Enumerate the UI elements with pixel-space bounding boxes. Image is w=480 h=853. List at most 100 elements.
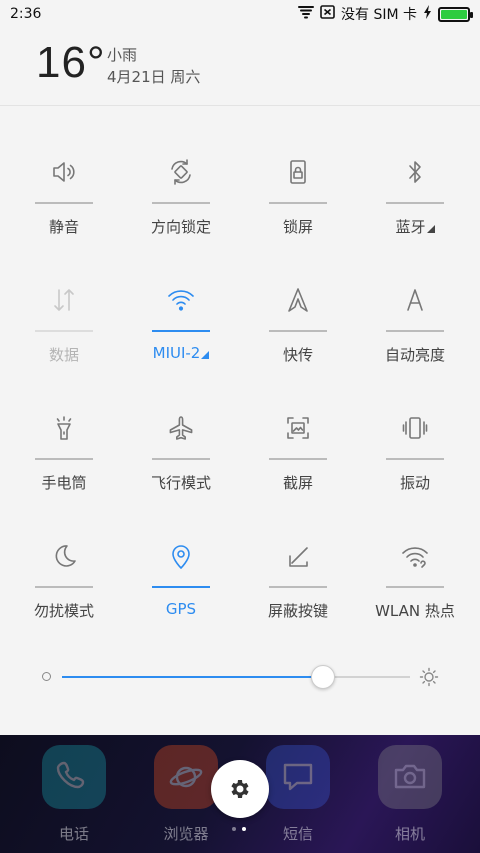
toggle-label: 勿扰模式 — [34, 600, 94, 621]
no-sim-icon — [320, 5, 335, 23]
weather-header[interactable]: 16° 小雨 4月21日 周六 — [0, 28, 480, 106]
expand-corner-icon — [201, 351, 210, 359]
dock-app-camera[interactable]: 相机 — [362, 745, 458, 844]
status-bar: 2:36 没有 SIM 卡 — [0, 0, 480, 28]
settings-button[interactable] — [211, 760, 269, 818]
toggle-label-text: 蓝牙 — [395, 218, 426, 236]
weather-date: 4月21日 周六 — [107, 68, 201, 86]
toggle-state-bar — [35, 458, 93, 460]
toggle-data-arrows[interactable]: 数据 — [4, 258, 124, 378]
toggle-hotspot[interactable]: WLAN 热点 — [355, 514, 475, 634]
data-arrows-icon — [44, 280, 84, 320]
brightness-low-icon — [42, 672, 51, 681]
toggle-label-text: GPS — [165, 600, 197, 618]
toggle-flashlight[interactable]: 手电筒 — [4, 386, 124, 506]
toggle-label: 手电筒 — [41, 472, 86, 493]
toggle-label: 静音 — [49, 216, 79, 237]
browser-icon — [154, 745, 218, 809]
toggle-label-text: WLAN 热点 — [375, 602, 455, 620]
toggle-lock-screen[interactable]: 锁屏 — [238, 130, 358, 250]
toggle-state-bar — [35, 202, 93, 204]
weather-condition: 小雨 — [107, 46, 138, 64]
dock-app-label: 浏览器 — [163, 825, 209, 843]
toggle-rotate-lock[interactable]: 方向锁定 — [121, 130, 241, 250]
toggle-label-text: 振动 — [399, 474, 430, 492]
moon-icon — [44, 536, 84, 576]
page-indicator — [232, 827, 246, 831]
toggle-state-bar — [269, 458, 327, 460]
brightness-slider[interactable] — [0, 660, 480, 694]
toggle-speaker[interactable]: 静音 — [4, 130, 124, 250]
speaker-icon — [44, 152, 84, 192]
brightness-track-fill — [62, 676, 323, 678]
battery-icon — [438, 6, 473, 22]
dock-app-phone[interactable]: 电话 — [26, 745, 122, 844]
toggle-label-text: MIUI-2 — [152, 344, 201, 362]
toggle-state-bar — [152, 202, 210, 204]
toggle-label-text: 静音 — [48, 218, 79, 236]
toggle-label: 屏蔽按键 — [268, 600, 328, 621]
gear-icon — [231, 780, 249, 798]
toggle-label-text: 快传 — [282, 346, 313, 364]
toggle-wifi[interactable]: MIUI-2 — [121, 258, 241, 378]
toggle-state-bar — [386, 586, 444, 588]
toggle-label-text: 数据 — [48, 346, 79, 364]
toggle-auto-brightness[interactable]: 自动亮度 — [355, 258, 475, 378]
toggle-bluetooth[interactable]: 蓝牙 — [355, 130, 475, 250]
page-dot — [242, 827, 246, 831]
toggle-label-text: 方向锁定 — [150, 218, 211, 236]
toggle-label-text: 自动亮度 — [384, 346, 445, 364]
toggle-moon[interactable]: 勿扰模式 — [4, 514, 124, 634]
flashlight-icon — [44, 408, 84, 448]
toggle-label: 蓝牙 — [395, 216, 435, 237]
toggle-label: 飞行模式 — [151, 472, 211, 493]
dock-app-label: 短信 — [282, 825, 313, 843]
toggle-state-bar — [152, 330, 210, 332]
toggle-state-bar — [152, 458, 210, 460]
toggle-label-text: 屏蔽按键 — [267, 602, 328, 620]
toggle-label: MIUI-2 — [153, 344, 210, 362]
toggle-label: 自动亮度 — [385, 344, 445, 365]
screenshot-icon — [278, 408, 318, 448]
toggle-label: GPS — [166, 600, 196, 618]
wifi-icon — [161, 280, 201, 320]
toggle-label-text: 截屏 — [282, 474, 313, 492]
toggle-screenshot[interactable]: 截屏 — [238, 386, 358, 506]
toggle-location-pin[interactable]: GPS — [121, 514, 241, 634]
toggle-label: 锁屏 — [283, 216, 313, 237]
battery-level-fill — [441, 9, 467, 19]
toggle-state-bar — [152, 586, 210, 588]
location-pin-icon — [161, 536, 201, 576]
lock-screen-icon — [278, 152, 318, 192]
toggle-state-bar — [269, 202, 327, 204]
toggle-label: 数据 — [49, 344, 79, 365]
toggle-label: 方向锁定 — [151, 216, 211, 237]
toggle-state-bar — [35, 330, 93, 332]
toggle-block-keys[interactable]: 屏蔽按键 — [238, 514, 358, 634]
toggle-label: 截屏 — [283, 472, 313, 493]
signal-filter-icon — [298, 5, 314, 23]
hotspot-icon — [395, 536, 435, 576]
toggle-state-bar — [35, 586, 93, 588]
toggle-airplane[interactable]: 飞行模式 — [121, 386, 241, 506]
dock-app-label: 相机 — [394, 825, 425, 843]
page-dot — [232, 827, 236, 831]
toggle-state-bar — [386, 458, 444, 460]
toggle-state-bar — [386, 330, 444, 332]
toggle-state-bar — [269, 330, 327, 332]
quick-send-icon — [278, 280, 318, 320]
toggle-state-bar — [386, 202, 444, 204]
toggle-label-text: 手电筒 — [41, 474, 87, 492]
toggle-quick-send[interactable]: 快传 — [238, 258, 358, 378]
toggle-vibrate[interactable]: 振动 — [355, 386, 475, 506]
charging-icon — [423, 5, 432, 23]
dock-app-label: 电话 — [58, 825, 89, 843]
brightness-thumb[interactable] — [311, 665, 335, 689]
auto-brightness-icon — [395, 280, 435, 320]
airplane-icon — [161, 408, 201, 448]
toggle-label: 振动 — [400, 472, 430, 493]
brightness-track[interactable] — [62, 665, 410, 689]
expand-corner-icon — [426, 225, 435, 233]
brightness-high-icon — [419, 667, 439, 687]
toggle-state-bar — [269, 586, 327, 588]
